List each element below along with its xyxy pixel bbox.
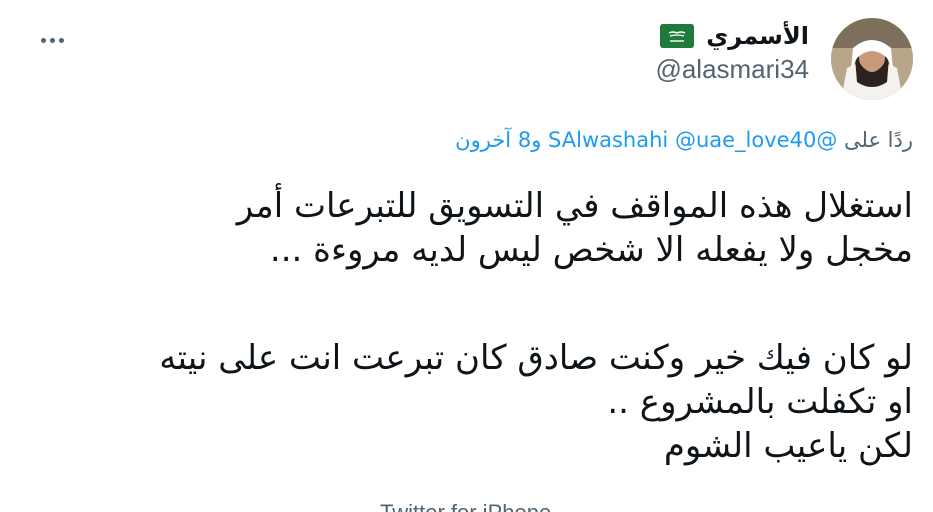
display-name[interactable]: الأسمري bbox=[706, 22, 809, 50]
reply-others-link[interactable]: و8 آخرون bbox=[455, 128, 541, 152]
reply-prefix: ردًا على bbox=[844, 128, 913, 152]
tweet-line: استغلال هذه المواقف في التسويق للتبرعات … bbox=[236, 186, 913, 226]
saudi-flag-icon bbox=[660, 24, 695, 48]
tweet-text: استغلال هذه المواقف في التسويق للتبرعات … bbox=[33, 184, 913, 468]
reply-context: ردًا على @SAlwashahi @uae_love40 و8 آخرو… bbox=[455, 128, 913, 152]
tweet-line: لو كان فيك خير وكنت صادق كان تبرعت انت ع… bbox=[159, 338, 913, 378]
tweet-line: مخجل ولا يفعله الا شخص ليس لديه مروءة ..… bbox=[269, 230, 913, 270]
tweet-source[interactable]: Twitter for iPhone bbox=[380, 500, 551, 512]
reply-mention[interactable]: @uae_love40 bbox=[675, 128, 816, 152]
saudi-flag-glyph bbox=[660, 24, 695, 48]
name-row: الأسمري bbox=[655, 22, 809, 50]
more-dot bbox=[58, 37, 64, 43]
tweet-line: او تكفلت بالمشروع .. bbox=[607, 382, 913, 422]
avatar[interactable] bbox=[831, 18, 913, 100]
more-dot bbox=[49, 37, 55, 43]
author-handle[interactable]: @alasmari34 bbox=[655, 54, 809, 85]
tweet-line: لكن ياعيب الشوم bbox=[663, 426, 913, 466]
profile-photo-icon bbox=[831, 18, 913, 100]
more-dot bbox=[40, 37, 46, 43]
more-options-button[interactable] bbox=[28, 20, 76, 60]
tweet-card: الأسمري @alasmari34 ردًا على @SAlwashahi… bbox=[0, 0, 933, 512]
author-header: الأسمري @alasmari34 bbox=[655, 22, 809, 85]
